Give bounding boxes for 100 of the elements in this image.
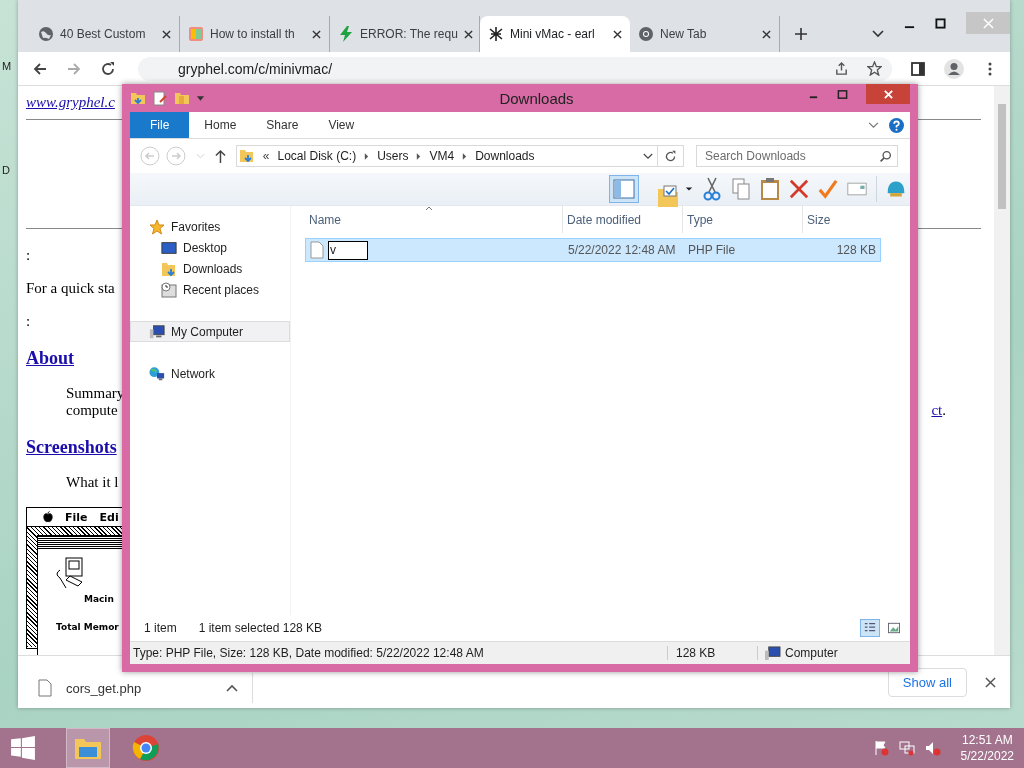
column-header[interactable]: Name [305, 206, 563, 233]
close-icon [882, 88, 894, 100]
browser-tab[interactable]: How to install th [180, 16, 330, 52]
refresh-icon [664, 149, 678, 163]
desktop-icon-label: M [2, 60, 12, 72]
close-icon[interactable] [613, 29, 622, 39]
heading-link[interactable]: Screenshots [26, 437, 117, 458]
close-icon[interactable] [312, 29, 321, 39]
close-icon[interactable] [463, 29, 473, 39]
star-icon[interactable] [867, 61, 882, 76]
file-icon [38, 679, 52, 697]
list-icon [863, 622, 877, 634]
chevron-down-icon[interactable] [872, 30, 884, 38]
nav-item[interactable]: Downloads [130, 258, 290, 279]
chevron-right-icon[interactable] [364, 152, 370, 160]
profile-icon[interactable] [944, 58, 964, 79]
bolt-icon [338, 26, 354, 42]
search-field[interactable]: Search Downloads [696, 145, 898, 167]
sketch-icon [488, 26, 504, 42]
caret-icon[interactable] [685, 186, 693, 192]
table-cell-text: 128 KB [835, 242, 877, 259]
mac-caption: Total Memor [56, 622, 119, 632]
close-icon[interactable] [162, 29, 171, 39]
sidebar-icon[interactable] [910, 60, 926, 77]
properties-icon[interactable] [152, 90, 168, 106]
apple-icon [43, 511, 53, 523]
column-header[interactable]: Size [803, 206, 879, 233]
body-text: Summary [65, 385, 125, 402]
help-icon[interactable] [889, 117, 904, 133]
ribbon-tab[interactable]: View [313, 112, 370, 138]
network-icon[interactable] [898, 740, 915, 756]
share-icon[interactable] [834, 61, 849, 76]
network-icon [149, 365, 165, 382]
download-item[interactable]: cors_get.php [38, 673, 253, 703]
flag-icon[interactable] [872, 740, 889, 756]
clipboard-icon[interactable] [760, 177, 780, 201]
close-icon[interactable] [762, 29, 771, 39]
close-icon [982, 17, 994, 29]
details-view-button[interactable] [860, 619, 880, 637]
star-icon [149, 218, 165, 235]
folder-icon[interactable] [130, 90, 146, 106]
checkmark-icon[interactable] [818, 177, 838, 201]
ribbon-tab[interactable]: Share [251, 112, 314, 138]
browser-tab[interactable]: New Tab [630, 16, 780, 52]
chevron-down-icon[interactable] [643, 152, 654, 160]
computer-icon [149, 323, 165, 340]
nav-item[interactable]: Network [130, 363, 290, 384]
close-icon[interactable] [985, 676, 996, 688]
image-icon [887, 622, 901, 634]
windows-logo-icon[interactable] [10, 735, 36, 761]
body-text: : [26, 247, 31, 264]
rename-field[interactable]: v [328, 240, 368, 260]
show-all-button[interactable]: Show all [887, 667, 967, 697]
tile-icon [188, 26, 204, 42]
status-text: 1 item [144, 621, 177, 635]
nav-item[interactable]: My Computer [130, 321, 290, 342]
address-bar[interactable]: « Local Disk (C:) Users VM4 Downloads [235, 145, 659, 167]
refresh-button[interactable] [658, 145, 684, 167]
globe-icon [38, 26, 54, 42]
back-icon[interactable] [32, 60, 48, 77]
delete-icon[interactable] [789, 177, 809, 201]
details-text: Type: PHP File, Size: 128 KB, Date modified: 5/22/2022 12:48 AM [130, 646, 668, 660]
speaker-muted-icon[interactable] [924, 740, 941, 756]
clock-time[interactable]: 12:51 AM [961, 732, 1013, 748]
nav-item[interactable]: Recent places [130, 279, 290, 300]
desktop-icon-label: D [2, 164, 10, 176]
computer-icon [764, 645, 781, 661]
ribbon-tab[interactable]: Home [189, 112, 252, 138]
maximize-icon[interactable] [935, 17, 946, 29]
scissors-icon[interactable] [702, 177, 722, 201]
chevron-right-icon[interactable] [462, 152, 468, 160]
address-bar[interactable]: gryphel.com/c/minivmac/ [138, 56, 892, 81]
mac-caption: Macin [84, 594, 114, 604]
column-header[interactable]: Date modified [563, 206, 683, 233]
folder-icon [161, 260, 177, 277]
ribbon-tab[interactable]: File [130, 112, 190, 138]
table-cell-text: 5/22/2022 12:48 AM [567, 242, 677, 259]
browser-tab[interactable]: Mini vMac - earl [480, 16, 630, 52]
clock-date[interactable]: 5/22/2022 [960, 748, 1014, 764]
column-header[interactable]: Type [683, 206, 803, 233]
new-tab-icon[interactable] [794, 27, 808, 41]
close-button[interactable] [866, 84, 910, 104]
desktop-icon [161, 239, 177, 256]
nav-item[interactable]: Favorites [130, 216, 290, 237]
folder-icon [238, 148, 255, 164]
search-icon[interactable] [879, 150, 892, 163]
chevron-up-icon[interactable] [226, 684, 238, 692]
file-icon [310, 241, 324, 259]
site-link[interactable]: www.gryphel.c [26, 94, 115, 111]
body-text: For a quick sta [26, 280, 115, 297]
file-row[interactable]: v 5/22/2022 12:48 AM PHP File 128 KB [305, 238, 881, 262]
chevron-right-icon[interactable] [416, 152, 422, 160]
details-text: 128 KB [668, 646, 758, 660]
scrollbar[interactable] [994, 86, 1010, 655]
body-text: . [942, 402, 946, 419]
reload-icon[interactable] [100, 60, 116, 77]
heading-link[interactable]: About [26, 348, 74, 369]
nav-item[interactable]: Desktop [130, 237, 290, 258]
up-arrow-icon[interactable] [214, 148, 226, 164]
browser-tab[interactable]: 40 Best Custom [30, 16, 180, 52]
